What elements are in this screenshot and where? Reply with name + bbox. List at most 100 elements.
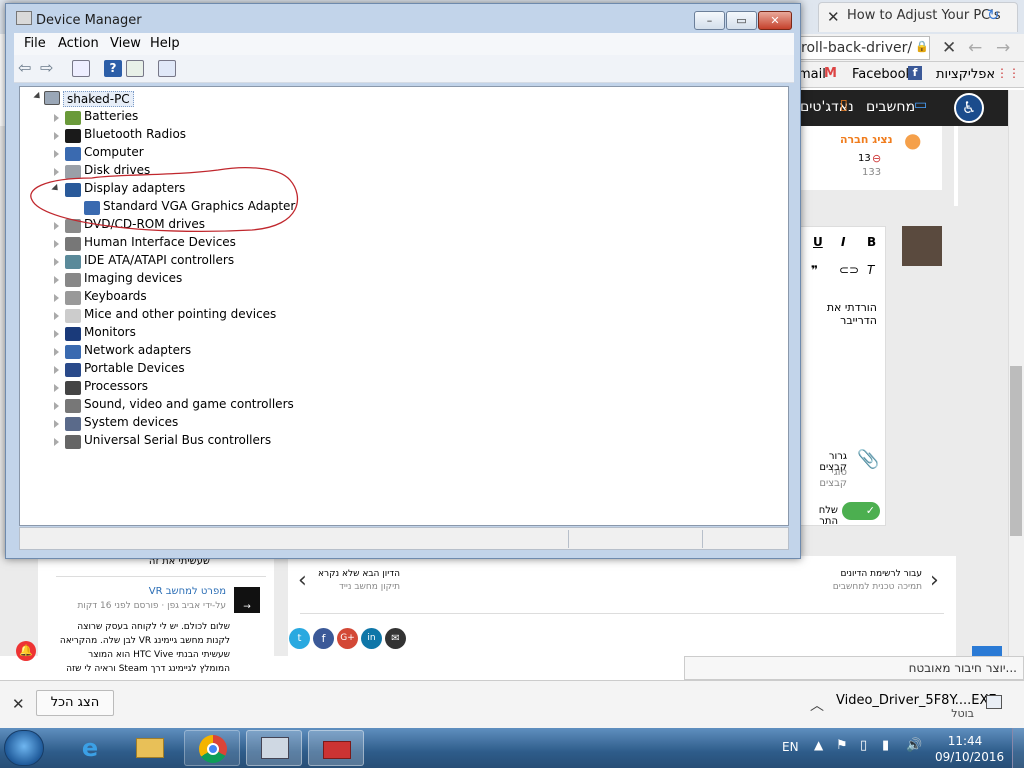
menu-file[interactable]: File [24, 36, 46, 51]
device-tree-pane[interactable]: shaked-PC Batteries Bluetooth Radios Compu… [19, 86, 789, 526]
tree-item[interactable]: System devices [84, 415, 178, 429]
tree-item[interactable]: Network adapters [84, 343, 191, 357]
tree-item[interactable]: Keyboards [84, 289, 147, 303]
expand-icon[interactable] [54, 294, 59, 302]
chrome-icon[interactable] [184, 730, 240, 766]
tree-root[interactable]: shaked-PC [63, 91, 134, 107]
tree-item[interactable]: Monitors [84, 325, 136, 339]
clock[interactable]: 11:44 09/10/2016 [935, 733, 1004, 765]
address-field[interactable]: roll-back-driver/ 🔒 [798, 36, 930, 60]
expand-icon[interactable] [54, 330, 59, 338]
toolbox-icon[interactable] [308, 730, 364, 766]
collapse-icon[interactable] [33, 91, 43, 102]
scrollbar-thumb[interactable] [1010, 366, 1022, 536]
email-icon[interactable]: ✉ [385, 628, 406, 649]
expand-icon[interactable] [54, 438, 59, 446]
show-desktop-button[interactable] [1012, 728, 1024, 768]
clear-format-icon[interactable]: T [867, 263, 874, 277]
back-arrow-icon[interactable]: ⇦ [18, 60, 36, 77]
tray-expand-icon[interactable]: ▲ [814, 738, 823, 752]
article-thumbnail[interactable]: → [234, 587, 260, 613]
send-toggle[interactable]: ✓ [842, 502, 880, 520]
download-filename[interactable]: Video_Driver_5F8Y....EXE [836, 693, 997, 708]
notification-icon[interactable]: 🔔 [16, 641, 36, 661]
article-title[interactable]: מפרט למחשב VR [56, 586, 226, 597]
back-icon[interactable]: ← [968, 38, 982, 58]
battery-icon[interactable]: ▯ [860, 738, 867, 753]
start-button[interactable] [4, 730, 44, 766]
close-button[interactable]: ✕ [758, 11, 792, 30]
linkedin-icon[interactable]: in [361, 628, 382, 649]
apps-icon[interactable]: ⋮⋮ [996, 66, 1020, 80]
forward-arrow-icon[interactable]: ⇨ [40, 60, 58, 77]
close-icon[interactable]: ✕ [827, 8, 840, 26]
italic-button[interactable]: I [841, 235, 845, 249]
properties-icon[interactable] [72, 60, 90, 77]
bookmark-facebook[interactable]: Facebook [852, 67, 913, 82]
expand-icon[interactable] [54, 258, 59, 266]
scan-hardware-icon[interactable] [158, 60, 176, 77]
twitter-icon[interactable]: t [289, 628, 310, 649]
help-icon[interactable]: ? [104, 60, 122, 77]
device-manager-task-icon[interactable] [246, 730, 302, 766]
chevron-up-icon[interactable]: ︿ [810, 695, 824, 715]
volume-icon[interactable]: 🔊 [906, 738, 922, 753]
scroll-top-button[interactable] [972, 646, 1002, 656]
bold-button[interactable]: B [867, 235, 876, 249]
tree-item[interactable]: Human Interface Devices [84, 235, 236, 249]
expand-icon[interactable] [54, 276, 59, 284]
language-indicator[interactable]: EN [782, 740, 799, 754]
tree-item[interactable]: Computer [84, 145, 144, 159]
tree-item[interactable]: Imaging devices [84, 271, 182, 285]
stop-icon[interactable]: ✕ [942, 38, 956, 58]
maximize-button[interactable]: ▭ [726, 11, 757, 30]
googleplus-icon[interactable]: G+ [337, 628, 358, 649]
network-icon[interactable]: ▮ [882, 738, 889, 753]
expand-icon[interactable] [54, 114, 59, 122]
menu-view[interactable]: View [110, 36, 141, 51]
tree-item[interactable]: Portable Devices [84, 361, 185, 375]
comment-editor[interactable]: U I B ❞ ⊂⊃ T הורדתי את הדרייבר גרור קבצי… [800, 226, 886, 526]
expand-icon[interactable] [54, 348, 59, 356]
minimize-button[interactable]: – [694, 11, 725, 30]
profile-link[interactable]: נציג חברה [840, 133, 893, 146]
expand-icon[interactable] [54, 366, 59, 374]
tree-item[interactable]: Sound, video and game controllers [84, 397, 294, 411]
details-icon[interactable] [126, 60, 144, 77]
expand-icon[interactable] [54, 240, 59, 248]
expand-icon[interactable] [54, 384, 59, 392]
paperclip-icon[interactable]: 📎 [857, 449, 879, 470]
tree-item[interactable]: Processors [84, 379, 148, 393]
tree-item[interactable]: Mice and other pointing devices [84, 307, 276, 321]
tree-item[interactable]: Batteries [84, 109, 138, 123]
facebook-share-icon[interactable]: f [313, 628, 334, 649]
menu-help[interactable]: Help [150, 36, 180, 51]
chevron-left-icon[interactable]: ‹ [298, 568, 307, 593]
ie-icon[interactable]: e [62, 730, 118, 766]
back-to-list-label[interactable]: עבור לרשימת הדיונים [820, 569, 922, 579]
tree-item[interactable]: IDE ATA/ATAPI controllers [84, 253, 234, 267]
flag-icon[interactable]: ⚑ [836, 738, 848, 753]
tree-item[interactable]: Bluetooth Radios [84, 127, 186, 141]
explorer-icon[interactable] [122, 730, 178, 766]
quote-icon[interactable]: ❞ [811, 263, 818, 277]
forward-icon[interactable]: → [996, 38, 1010, 58]
link-icon[interactable]: ⊂⊃ [839, 263, 859, 277]
expand-icon[interactable] [54, 402, 59, 410]
next-thread-label[interactable]: הדיון הבא שלא נקרא [318, 569, 400, 579]
expand-icon[interactable] [54, 150, 59, 158]
nav-computers[interactable]: מחשבים [866, 99, 915, 115]
show-all-button[interactable]: הצג הכל [36, 690, 114, 716]
close-icon[interactable]: ✕ [12, 695, 25, 713]
underline-button[interactable]: U [813, 235, 823, 249]
bookmark-gmail[interactable]: mail [798, 67, 826, 82]
tree-item[interactable]: Universal Serial Bus controllers [84, 433, 271, 447]
browser-tab[interactable]: ✕ How to Adjust Your PC's ↻ [818, 2, 1018, 32]
bookmark-apps[interactable]: אפליקציות [936, 67, 995, 82]
chevron-right-icon[interactable]: › [930, 568, 939, 593]
expand-icon[interactable] [54, 132, 59, 140]
expand-icon[interactable] [54, 312, 59, 320]
expand-icon[interactable] [54, 420, 59, 428]
accessibility-icon[interactable]: ♿ [954, 93, 984, 123]
menu-action[interactable]: Action [58, 36, 99, 51]
